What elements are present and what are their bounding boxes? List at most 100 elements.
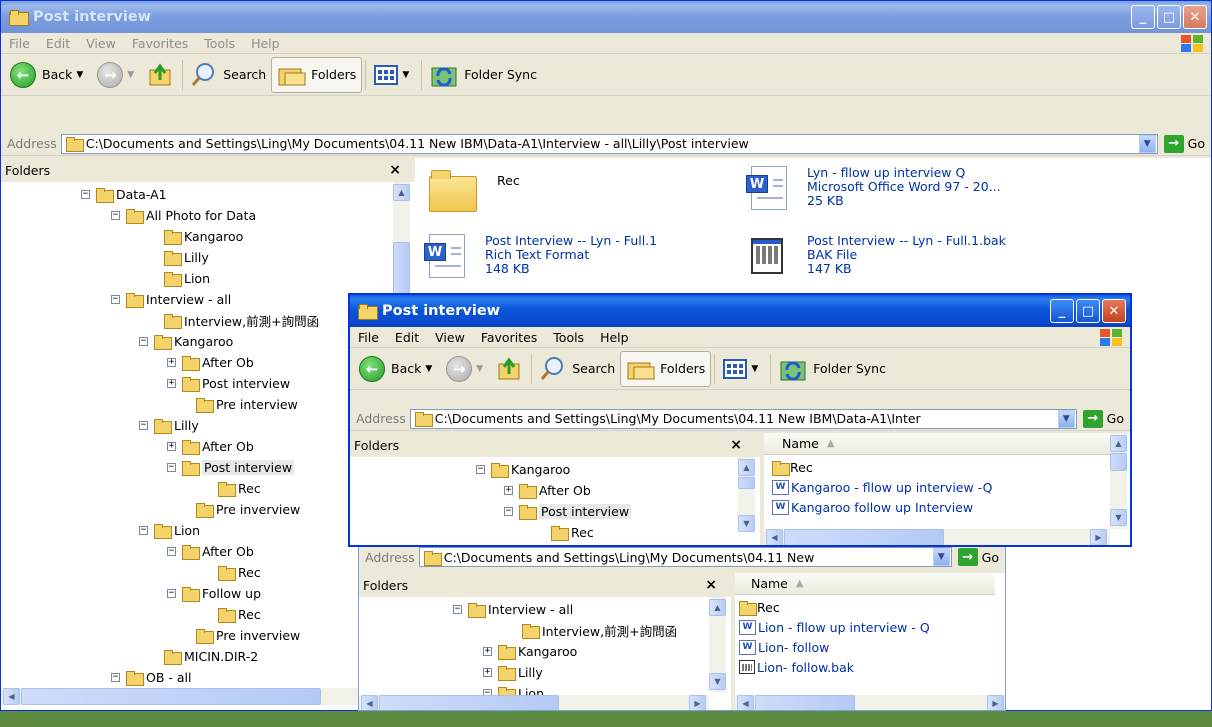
minimize-button[interactable]: _ [1131,5,1155,29]
menu-favorites[interactable]: Favorites [473,330,545,345]
tree-item[interactable]: − After Ob [167,541,254,562]
scroll-left-button[interactable]: ◀ [766,529,783,545]
menu-help[interactable]: Help [243,36,288,51]
collapse-icon[interactable]: − [453,605,462,614]
tree-item[interactable]: Rec [203,478,261,499]
collapse-icon[interactable]: − [139,421,148,430]
collapse-icon[interactable]: − [167,589,176,598]
tree-item[interactable]: − Interview - all [453,599,573,620]
close-button[interactable]: ✕ [1183,5,1207,29]
tree-item[interactable]: + Kangaroo [483,641,577,662]
folder-sync-button[interactable]: Folder Sync [425,57,542,93]
tree-item[interactable]: − Kangaroo [139,331,233,352]
collapse-icon[interactable]: − [167,463,176,472]
address-dropdown-button[interactable]: ▼ [1057,409,1075,428]
list-item[interactable]: W Lion- follow [739,637,829,657]
chevron-down-icon[interactable]: ▼ [751,364,758,374]
maximize-button[interactable]: □ [1076,299,1100,323]
vertical-scrollbar[interactable]: ▲ ▼ [738,457,755,532]
tree-item[interactable]: − Post interview [504,501,632,522]
folders-pane-close-button[interactable]: × [705,577,717,593]
menu-edit[interactable]: Edit [387,330,427,345]
menu-file[interactable]: File [350,330,387,345]
chevron-down-icon[interactable]: ▼ [476,364,483,374]
scroll-left-button[interactable]: ◀ [737,695,754,710]
scroll-up-button[interactable]: ▲ [709,599,726,616]
taskbar[interactable] [0,711,1212,727]
close-button[interactable]: ✕ [1102,299,1126,323]
file-item[interactable]: W Post Interview -- Lyn - Full.1 Rich Te… [424,234,657,278]
tree-item[interactable]: + Lilly [483,662,543,683]
address-input[interactable]: C:\Documents and Settings\Ling\My Docume… [60,133,1158,154]
chevron-down-icon[interactable]: ▼ [402,70,409,80]
scroll-down-button[interactable]: ▼ [1110,509,1127,526]
tree-item[interactable]: + After Ob [504,480,591,501]
expand-icon[interactable]: + [483,668,492,677]
menu-tools[interactable]: Tools [196,36,243,51]
file-item[interactable]: W Lyn - fllow up interview Q Microsoft O… [746,166,1001,210]
scroll-left-button[interactable]: ◀ [3,688,20,705]
front-title-bar[interactable]: Post interview _ □ ✕ [350,295,1130,327]
scroll-right-button[interactable]: ▶ [689,695,706,710]
tree-item[interactable]: − All Photo for Data [111,205,256,226]
list-item[interactable]: Rec [772,457,813,477]
scroll-right-button[interactable]: ▶ [1090,529,1107,545]
tree-item[interactable]: Interview,前測+詢問函 [507,620,677,641]
name-column-header[interactable]: Name ▲ [764,433,1110,455]
scroll-thumb[interactable] [379,695,559,710]
address-input[interactable]: C:\Documents and Settings\Ling\My Docume… [418,547,952,567]
tree-item[interactable]: − Follow up [167,583,261,604]
list-item[interactable]: Rec [739,597,780,617]
tree-item[interactable]: Rec [203,562,261,583]
views-button[interactable]: ▼ [718,351,767,387]
folders-pane-close-button[interactable]: × [730,437,742,453]
chevron-down-icon[interactable]: ▼ [127,70,134,80]
scroll-left-button[interactable]: ◀ [361,695,378,710]
tree-item[interactable]: MICIN.DIR-2 [149,646,258,667]
file-item[interactable]: Post Interview -- Lyn - Full.1.bak BAK F… [751,234,1006,276]
horizontal-scrollbar[interactable]: ◀ ▶ [735,695,1005,710]
tree-item[interactable]: − Lilly [139,415,199,436]
go-button[interactable]: → Go [1158,134,1211,153]
expand-icon[interactable]: + [504,486,513,495]
menu-favorites[interactable]: Favorites [124,36,196,51]
scroll-thumb[interactable] [21,688,321,705]
expand-icon[interactable]: + [167,442,176,451]
vertical-scrollbar[interactable]: ▲ ▼ [709,597,726,692]
tree-item[interactable]: + After Ob [167,352,254,373]
menu-view[interactable]: View [78,36,124,51]
tree-item[interactable]: Pre interview [181,394,298,415]
collapse-icon[interactable]: − [111,211,120,220]
folders-pane-close-button[interactable]: × [389,162,401,178]
collapse-icon[interactable]: − [504,507,513,516]
expand-icon[interactable]: + [483,647,492,656]
scroll-thumb[interactable] [784,529,944,545]
tree-item[interactable]: − OB - all [111,667,191,688]
tree-item[interactable]: Lilly [149,247,209,268]
collapse-icon[interactable]: − [111,673,120,682]
menu-tools[interactable]: Tools [545,330,592,345]
scroll-down-button[interactable]: ▼ [709,673,726,690]
go-button[interactable]: → Go [952,548,1005,566]
expand-icon[interactable]: + [167,358,176,367]
collapse-icon[interactable]: − [167,547,176,556]
scroll-up-button[interactable]: ▲ [738,459,755,476]
forward-button[interactable]: → ▼ [92,57,143,93]
scroll-down-button[interactable]: ▼ [738,515,755,532]
search-button[interactable]: Search [186,57,271,93]
scroll-up-button[interactable]: ▲ [393,184,410,201]
collapse-icon[interactable]: − [81,190,90,199]
folder-sync-button[interactable]: Folder Sync [774,351,891,387]
address-input[interactable]: C:\Documents and Settings\Ling\My Docume… [409,408,1077,429]
tree-item[interactable]: − Lion [139,520,200,541]
folders-button[interactable]: Folders [271,56,363,93]
chevron-down-icon[interactable]: ▼ [76,70,83,80]
menu-edit[interactable]: Edit [38,36,78,51]
horizontal-scrollbar[interactable]: ◀ ▶ [359,695,709,710]
collapse-icon[interactable]: − [139,526,148,535]
collapse-icon[interactable]: − [139,337,148,346]
search-button[interactable]: Search [535,351,620,387]
up-folder-button[interactable] [143,57,179,93]
tree-item[interactable]: + After Ob [167,436,254,457]
name-column-header[interactable]: Name ▲ [735,573,995,595]
